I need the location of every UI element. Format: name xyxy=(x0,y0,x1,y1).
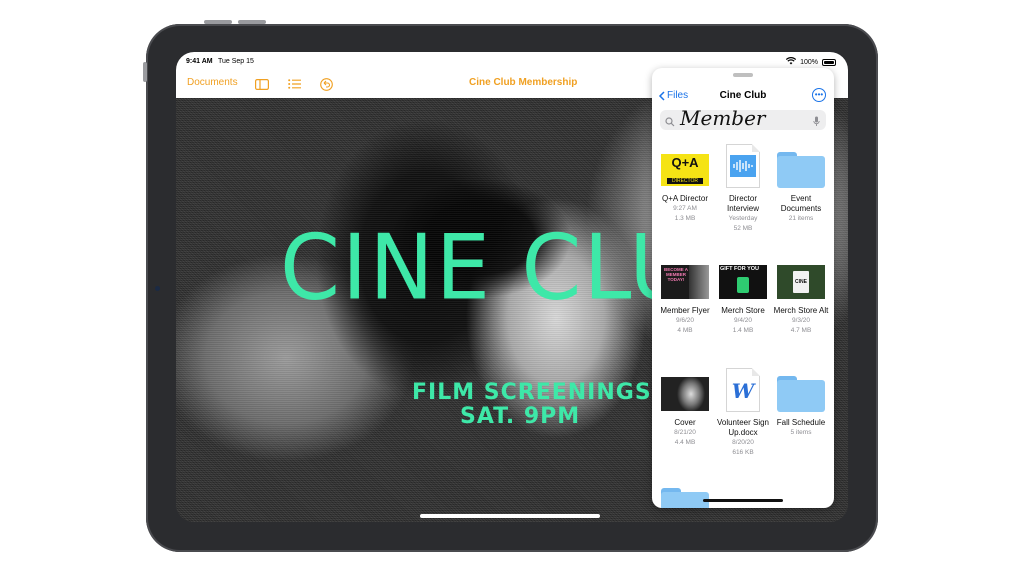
file-date: 8/21/20 xyxy=(674,429,696,436)
front-camera xyxy=(155,286,160,291)
poster-line-2: SAT. 9PM xyxy=(460,404,581,429)
file-size: 52 MB xyxy=(733,225,753,232)
file-name: Q+A Director xyxy=(661,194,708,203)
search-field[interactable]: Member xyxy=(660,106,826,132)
undo-icon[interactable] xyxy=(318,76,334,92)
more-options-icon[interactable]: ••• xyxy=(812,88,826,102)
word-glyph: W xyxy=(731,379,755,403)
folder-item[interactable]: Event Documents 21 items xyxy=(771,150,831,224)
file-size: 1.4 MB xyxy=(732,327,754,334)
file-size: 1.3 MB xyxy=(674,215,696,222)
file-name: Volunteer Sign Up.docx xyxy=(716,418,770,437)
folder-count: 5 items xyxy=(790,429,812,436)
folder-icon xyxy=(660,488,710,508)
file-name: Merch Store Alt xyxy=(773,306,829,315)
folder-name: Fall Schedule xyxy=(776,418,826,427)
folder-icon xyxy=(776,374,826,414)
folder-icon xyxy=(776,150,826,190)
file-date: 9/3/20 xyxy=(791,317,811,324)
folder-count: 21 items xyxy=(788,215,814,222)
slide-over-home-indicator[interactable] xyxy=(703,499,783,502)
file-name: Member Flyer xyxy=(660,306,710,315)
image-thumbnail: Q+A DIRECTOR xyxy=(660,150,710,190)
documents-button[interactable]: Documents xyxy=(187,77,238,88)
battery-percent: 100% xyxy=(800,58,818,66)
image-thumbnail: BECOME A MEMBER TODAY! xyxy=(660,262,710,302)
audio-file-icon xyxy=(718,142,768,190)
file-item[interactable]: BECOME A MEMBER TODAY! Member Flyer 9/6/… xyxy=(655,262,715,336)
file-date: 9/6/20 xyxy=(675,317,695,324)
poster-line-1: FILM SCREENINGS xyxy=(412,380,652,405)
status-date: Tue Sep 15 xyxy=(218,58,254,65)
waveform-icon xyxy=(730,155,756,177)
thumb-text: Q+A xyxy=(671,155,699,170)
file-item[interactable]: GIFT FOR YOU Merch Store 9/4/20 1.4 MB xyxy=(713,262,773,336)
volume-down-button xyxy=(238,20,266,24)
word-document-icon: W xyxy=(718,366,768,414)
file-item[interactable]: Q+A DIRECTOR Q+A Director 9:27 AM 1.3 MB xyxy=(655,150,715,224)
list-icon[interactable] xyxy=(286,76,302,92)
file-name: Cover xyxy=(674,418,696,427)
file-date: Yesterday xyxy=(728,215,758,222)
files-folder-title: Cine Club xyxy=(719,90,767,101)
folder-item[interactable]: Fall Schedule 5 items xyxy=(771,374,831,438)
thumb-text: BECOME A MEMBER TODAY! xyxy=(663,267,689,282)
file-name: Merch Store xyxy=(721,306,765,315)
sidebar-icon[interactable] xyxy=(254,76,270,92)
file-item[interactable]: Cover 8/21/20 4.4 MB xyxy=(655,374,715,448)
file-size: 616 KB xyxy=(732,449,754,456)
battery-icon xyxy=(822,58,836,66)
slide-over-grabber[interactable] xyxy=(733,73,753,77)
thumb-text: GIFT FOR YOU xyxy=(720,266,760,272)
microphone-icon[interactable] xyxy=(813,114,820,132)
thumb-text: CINE xyxy=(793,271,809,293)
file-name: Director Interview xyxy=(726,194,759,213)
file-date: 9:27 AM xyxy=(673,205,697,212)
status-time: 9:41 AM xyxy=(186,58,213,65)
search-icon xyxy=(665,114,675,132)
battery-fill xyxy=(824,60,834,64)
file-item[interactable]: Director Interview Yesterday 52 MB xyxy=(713,142,773,234)
document-title: Cine Club Membership xyxy=(469,77,578,88)
volume-up-button xyxy=(204,20,232,24)
file-item[interactable]: W Volunteer Sign Up.docx 8/20/20 616 KB xyxy=(713,366,773,458)
file-date: 8/20/20 xyxy=(732,439,754,446)
files-slide-over: Files Cine Club ••• Member Q+A DIRECTOR … xyxy=(652,68,834,508)
home-indicator[interactable] xyxy=(420,514,600,518)
status-right: 100% xyxy=(785,57,836,67)
mug-icon xyxy=(737,277,749,293)
thumb-subtext: DIRECTOR xyxy=(667,178,703,184)
image-thumbnail: GIFT FOR YOU xyxy=(718,262,768,302)
file-size: 4 MB xyxy=(677,327,693,334)
image-thumbnail xyxy=(660,374,710,414)
file-date: 9/4/20 xyxy=(733,317,753,324)
top-button xyxy=(143,62,147,82)
image-thumbnail: CINE xyxy=(776,262,826,302)
folder-item-partial[interactable] xyxy=(655,488,715,508)
wifi-icon xyxy=(785,57,797,67)
search-query: Member xyxy=(680,106,766,130)
file-item[interactable]: CINE Merch Store Alt 9/3/20 4.7 MB xyxy=(771,262,831,336)
file-size: 4.4 MB xyxy=(674,439,696,446)
folder-name: Event Documents xyxy=(780,194,822,213)
file-size: 4.7 MB xyxy=(790,327,812,334)
